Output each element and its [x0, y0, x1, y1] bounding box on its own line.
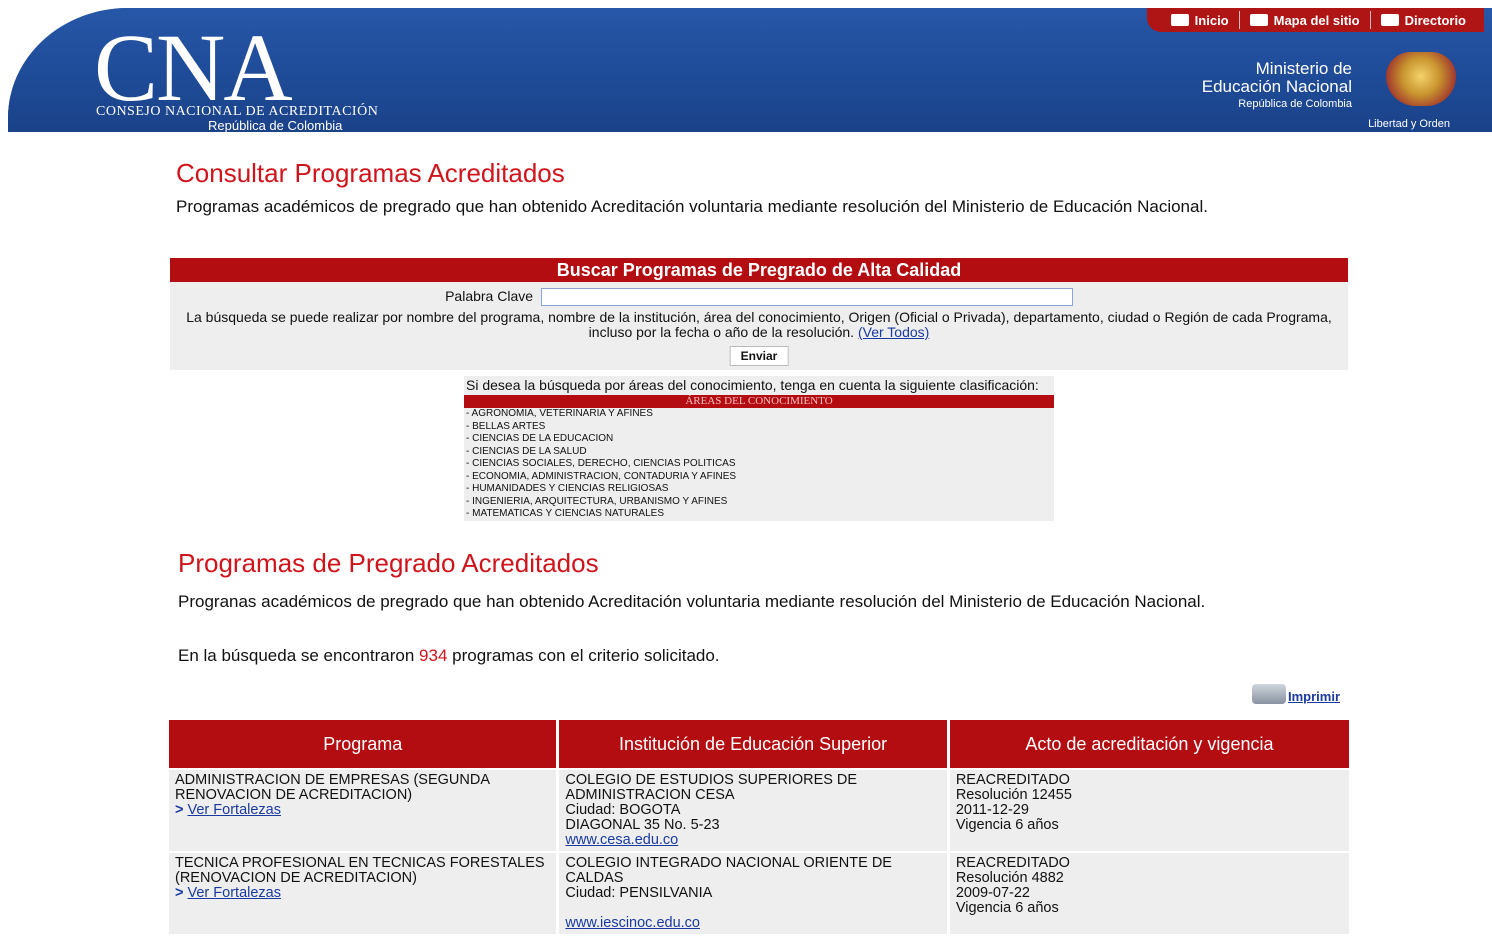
list-item: - INGENIERIA, ARQUITECTURA, URBANISMO Y …: [466, 495, 728, 507]
nav-directorio[interactable]: Directorio: [1371, 13, 1476, 28]
submit-button[interactable]: Enviar: [729, 346, 789, 366]
count-prefix: En la búsqueda se encontraron: [178, 646, 415, 665]
ver-fortalezas-link[interactable]: Ver Fortalezas: [188, 802, 282, 818]
page-title: Consultar Programas Acreditados: [176, 158, 565, 188]
accreditation-cell: REACREDITADO Resolución 12455 2011-12-29…: [949, 770, 1349, 851]
institution-name: COLEGIO DE ESTUDIOS SUPERIORES DE ADMINI…: [565, 772, 858, 803]
results-count-line: En la búsqueda se encontraron 934 progra…: [178, 646, 720, 666]
knowledge-areas-box: Si desea la búsqueda por áreas del conoc…: [464, 376, 1054, 521]
print-control[interactable]: Imprimir: [1251, 684, 1340, 704]
institution-cell: COLEGIO INTEGRADO NACIONAL ORIENTE DE CA…: [559, 853, 947, 934]
accreditation-status: REACREDITADO: [955, 855, 1070, 871]
nav-mapa-del-sitio[interactable]: Mapa del sitio: [1240, 13, 1370, 28]
accreditation-cell: REACREDITADO Resolución 4882 2009-07-22 …: [949, 853, 1349, 934]
column-header-acto: Acto de acreditación y vigencia: [949, 720, 1349, 768]
list-item: - CIENCIAS DE LA EDUCACION: [466, 433, 614, 444]
ministry-line1: Ministerio de: [1255, 59, 1352, 78]
home-icon: [1170, 14, 1189, 26]
search-heading: Buscar Programas de Pregrado de Alta Cal…: [170, 258, 1348, 282]
list-item: - BELLAS ARTES: [466, 420, 546, 432]
ministry-block[interactable]: Ministerio de Educación Nacional Repúbli…: [1201, 59, 1352, 111]
institution-cell: COLEGIO DE ESTUDIOS SUPERIORES DE ADMINI…: [559, 770, 947, 851]
search-panel: Buscar Programas de Pregrado de Alta Cal…: [170, 258, 1348, 370]
search-hint: La búsqueda se puede realizar por nombre…: [180, 310, 1338, 340]
keyword-label: Palabra Clave: [445, 288, 534, 304]
table-row: TECNICA PROFESIONAL EN TECNICAS FORESTAL…: [169, 853, 1349, 934]
list-item: - HUMANIDADES Y CIENCIAS RELIGIOSAS: [466, 483, 669, 494]
list-item: - CIENCIAS DE LA SALUD: [466, 445, 587, 457]
institution-city: Ciudad: PENSILVANIA: [565, 885, 713, 901]
results-intro-text: Progranas académicos de pregrado que han…: [178, 592, 1206, 611]
print-link[interactable]: Imprimir: [1288, 689, 1340, 704]
list-item: - CIENCIAS SOCIALES, DERECHO, CIENCIAS P…: [466, 458, 736, 469]
colombia-shield-icon: [1386, 52, 1456, 106]
keyword-row: Palabra Clave: [170, 288, 1348, 307]
top-nav: Inicio Mapa del sitio Directorio: [1146, 8, 1484, 32]
institution-url[interactable]: www.iescinoc.edu.co: [565, 915, 700, 931]
institution-address: DIAGONAL 35 No. 5-23: [565, 817, 720, 833]
validity: Vigencia 6 años: [955, 817, 1059, 833]
validity: Vigencia 6 años: [955, 900, 1059, 916]
site-header: CNA CONSEJO NACIONAL DE ACREDITACIÓN Rep…: [0, 0, 1492, 132]
institution-address: [565, 901, 940, 916]
areas-intro: Si desea la búsqueda por áreas del conoc…: [466, 377, 1039, 393]
resolution-date: 2009-07-22: [955, 885, 1030, 901]
arrow-icon: >: [175, 802, 184, 818]
resolution-date: 2011-12-29: [955, 802, 1029, 818]
nav-label: Directorio: [1404, 12, 1466, 28]
results-title: Programas de Pregrado Acreditados: [178, 548, 599, 578]
areas-list: - AGRONOMIA, VETERINARIA Y AFINES - BELL…: [464, 408, 1054, 521]
nav-label: Mapa del sitio: [1273, 12, 1360, 28]
ministry-line3: República de Colombia: [1238, 98, 1352, 110]
column-header-institucion: Institución de Educación Superior: [559, 720, 947, 768]
institution-name: COLEGIO INTEGRADO NACIONAL ORIENTE DE CA…: [565, 855, 892, 886]
resolution-number: Resolución 4882: [955, 870, 1064, 886]
areas-title: ÁREAS DEL CONOCIMIENTO: [464, 395, 1054, 408]
list-item: - AGRONOMIA, VETERINARIA Y AFINES: [466, 408, 653, 419]
nav-divider: [1238, 11, 1240, 29]
intro-text: Programas académicos de pregrado que han…: [176, 197, 1208, 216]
accreditation-status: REACREDITADO: [955, 772, 1070, 788]
nav-label: Inicio: [1194, 12, 1229, 28]
sitemap-icon: [1249, 14, 1268, 26]
program-name: ADMINISTRACION DE EMPRESAS (SEGUNDA RENO…: [175, 772, 490, 803]
table-header-row: Programa Institución de Educación Superi…: [169, 720, 1349, 768]
resolution-number: Resolución 12455: [955, 787, 1072, 803]
printer-icon[interactable]: [1251, 684, 1286, 704]
directory-icon: [1380, 14, 1399, 26]
nav-inicio[interactable]: Inicio: [1161, 13, 1239, 28]
count-suffix: programas con el criterio solicitado.: [452, 646, 720, 665]
arrow-icon: >: [175, 885, 184, 901]
shield-caption: Libertad y Orden: [1368, 118, 1450, 130]
cna-logo[interactable]: CNA: [94, 20, 293, 116]
nav-divider: [1369, 11, 1371, 29]
institution-url[interactable]: www.cesa.edu.co: [565, 832, 678, 848]
results-count: 934: [419, 646, 448, 665]
list-item: - MATEMATICAS Y CIENCIAS NATURALES: [466, 508, 664, 519]
program-cell: TECNICA PROFESIONAL EN TECNICAS FORESTAL…: [169, 853, 557, 934]
table-row: ADMINISTRACION DE EMPRESAS (SEGUNDA RENO…: [169, 770, 1349, 851]
program-name: TECNICA PROFESIONAL EN TECNICAS FORESTAL…: [175, 855, 545, 886]
institution-city: Ciudad: BOGOTA: [565, 802, 681, 818]
keyword-input[interactable]: [540, 288, 1073, 307]
results-table: Programa Institución de Educación Superi…: [166, 718, 1352, 936]
list-item: - ECONOMIA, ADMINISTRACION, CONTADURIA Y…: [466, 470, 737, 482]
program-cell: ADMINISTRACION DE EMPRESAS (SEGUNDA RENO…: [169, 770, 557, 851]
ver-fortalezas-link[interactable]: Ver Fortalezas: [188, 885, 282, 901]
see-all-link[interactable]: (Ver Todos): [858, 324, 929, 340]
ministry-line2: Educación Nacional: [1201, 77, 1352, 96]
search-hint-text: La búsqueda se puede realizar por nombre…: [186, 309, 1332, 340]
column-header-programa: Programa: [169, 720, 557, 768]
cna-logo-country: República de Colombia: [208, 118, 343, 132]
